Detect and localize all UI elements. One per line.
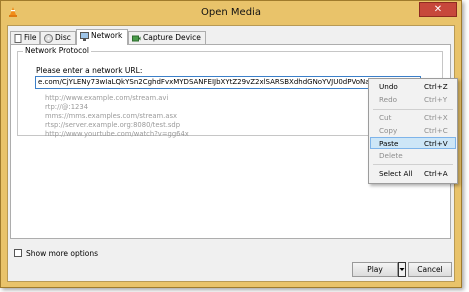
example-url: rtp://@:1234 (45, 103, 89, 111)
menu-item-label: Cut (379, 113, 392, 122)
tab-disc[interactable]: Disc (40, 31, 76, 44)
menu-item-shortcut: Ctrl+V (424, 139, 448, 148)
example-url: rtsp://server.example.org:8080/test.sdp (45, 121, 181, 129)
tab-file[interactable]: File (10, 31, 40, 44)
menu-item-shortcut: Ctrl+X (424, 113, 448, 122)
menu-item-select-all[interactable]: Select All Ctrl+A (370, 168, 456, 180)
tab-network-label: Network (91, 31, 123, 40)
edit-context-menu: Undo Ctrl+Z Redo Ctrl+Y Cut Ctrl+X Copy Ctrl… (368, 78, 458, 184)
menu-item-label: Delete (379, 151, 403, 160)
menu-item-label: Select All (379, 169, 413, 178)
example-url: mms://mms.examples.com/stream.asx (45, 112, 178, 120)
menu-item-label: Redo (379, 95, 398, 104)
disc-icon (44, 33, 53, 43)
window-title: Open Media (201, 7, 261, 18)
menu-item-copy[interactable]: Copy Ctrl+C (370, 125, 456, 137)
play-dropdown-button[interactable] (398, 262, 406, 277)
tab-network[interactable]: Network (76, 29, 128, 45)
capture-device-icon (132, 35, 141, 41)
network-url-input[interactable]: e.com/CjYLENy73wIaLQkYSn2CghdFvxMYDSANFE… (35, 76, 421, 89)
chevron-down-icon (399, 268, 405, 271)
menu-separator (373, 164, 453, 165)
tab-capture-device-label: Capture Device (143, 33, 201, 42)
group-title: Network Protocol (23, 46, 91, 55)
menu-item-label: Undo (379, 82, 398, 91)
menu-item-redo[interactable]: Redo Ctrl+Y (370, 94, 456, 106)
play-button[interactable]: Play (352, 262, 398, 277)
menu-separator (373, 109, 453, 110)
menu-item-shortcut: Ctrl+A (424, 169, 448, 178)
menu-item-shortcut: Ctrl+Z (424, 82, 448, 91)
example-url: http://www.example.com/stream.avi (45, 94, 169, 102)
cancel-button[interactable]: Cancel (408, 262, 452, 277)
url-text: e.com/CjYLENy73wIaLQkYSn2CghdFvxMYDSANFE… (38, 78, 405, 86)
tab-disc-label: Disc (55, 33, 71, 42)
menu-item-delete[interactable]: Delete (370, 150, 456, 162)
menu-item-paste[interactable]: Paste Ctrl+V (370, 137, 456, 149)
file-icon (14, 33, 22, 43)
menu-item-label: Copy (379, 126, 398, 135)
title-bar[interactable]: Open Media ✕ (1, 1, 461, 25)
menu-item-shortcut: Ctrl+C (424, 126, 448, 135)
url-label: Please enter a network URL: (36, 66, 143, 75)
menu-item-undo[interactable]: Undo Ctrl+Z (370, 81, 456, 93)
tab-capture-device[interactable]: Capture Device (128, 31, 206, 44)
menu-item-shortcut: Ctrl+Y (424, 95, 448, 104)
show-more-checkbox[interactable] (14, 249, 22, 257)
close-icon: ✕ (433, 4, 443, 15)
url-examples: http://www.example.com/stream.avi rtp://… (45, 94, 189, 139)
example-url: http://www.yourtube.com/watch?v=gg64x (45, 130, 189, 138)
menu-item-label: Paste (379, 139, 399, 148)
network-icon (80, 31, 89, 41)
show-more-label: Show more options (26, 249, 99, 258)
tab-file-label: File (24, 33, 37, 42)
close-button[interactable]: ✕ (419, 2, 457, 17)
menu-item-cut[interactable]: Cut Ctrl+X (370, 112, 456, 124)
